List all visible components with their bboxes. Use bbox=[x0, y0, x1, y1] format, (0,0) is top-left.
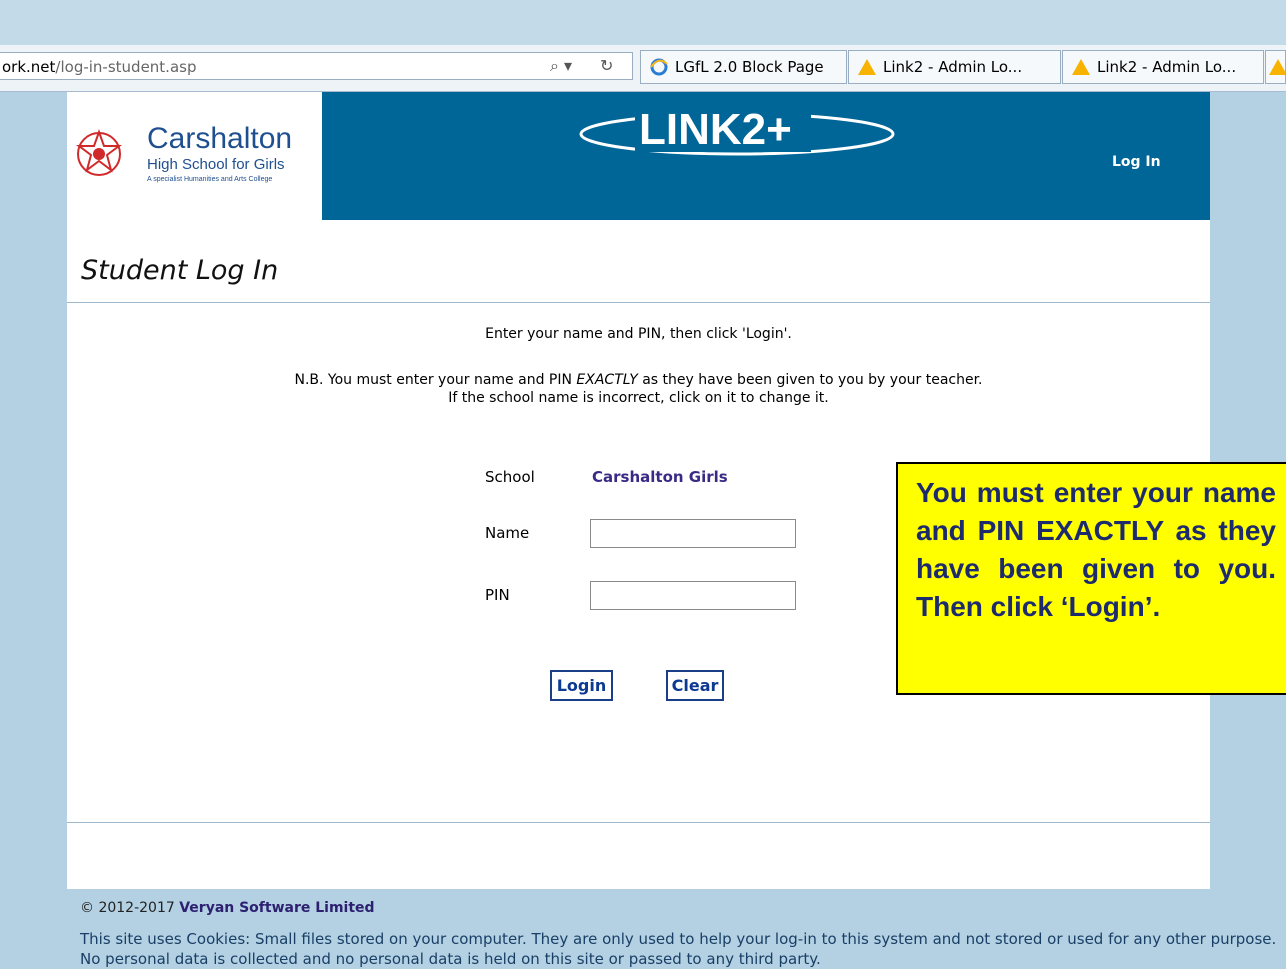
nb-emphasis: EXACTLY bbox=[576, 372, 638, 388]
link2-plus-logo: LINK2+ bbox=[579, 102, 895, 156]
refresh-icon[interactable]: ↻ bbox=[600, 56, 613, 75]
tab-lgfl-block-page[interactable]: LGfL 2.0 Block Page bbox=[640, 50, 847, 84]
page-title: Student Log In bbox=[81, 255, 279, 286]
school-label: School bbox=[485, 468, 535, 486]
site-header: Carshalton High School for Girls A speci… bbox=[67, 92, 1210, 220]
browser-titlebar bbox=[0, 0, 1286, 45]
instruction-callout: You must enter your name and PIN EXACTLY… bbox=[896, 462, 1286, 695]
browser-toolbar: ork.net/log-in-student.asp ⌕ ▾ ↻ LGfL 2.… bbox=[0, 45, 1286, 92]
nav-login-link[interactable]: Log In bbox=[1112, 154, 1161, 170]
pin-input[interactable] bbox=[590, 581, 796, 610]
login-button[interactable]: Login bbox=[550, 670, 613, 701]
divider bbox=[67, 822, 1210, 823]
company-name: Veryan Software Limited bbox=[179, 900, 375, 916]
pin-label: PIN bbox=[485, 586, 510, 604]
tab-label: Link2 - Admin Lo... bbox=[883, 58, 1023, 76]
search-icon[interactable]: ⌕ ▾ bbox=[550, 56, 572, 76]
warning-triangle-icon bbox=[1269, 59, 1285, 75]
school-logo-tagline: A specialist Humanities and Arts College bbox=[147, 176, 273, 183]
school-crest-icon bbox=[76, 129, 122, 176]
url-text: ork.net/log-in-student.asp bbox=[2, 58, 197, 76]
instruction-text: Enter your name and PIN, then click 'Log… bbox=[485, 326, 792, 342]
school-logo-name: Carshalton bbox=[147, 122, 293, 155]
divider bbox=[67, 302, 1210, 303]
warning-triangle-icon bbox=[858, 59, 876, 75]
svg-text:LINK2+: LINK2+ bbox=[639, 105, 792, 154]
tab-partial[interactable] bbox=[1265, 50, 1286, 84]
clear-button[interactable]: Clear bbox=[666, 670, 724, 701]
tab-link2-admin-2[interactable]: Link2 - Admin Lo... bbox=[1062, 50, 1264, 84]
tab-label: Link2 - Admin Lo... bbox=[1097, 58, 1237, 76]
tab-link2-admin-1[interactable]: Link2 - Admin Lo... bbox=[848, 50, 1061, 84]
name-input[interactable] bbox=[590, 519, 796, 548]
school-hint-text: If the school name is incorrect, click o… bbox=[448, 390, 829, 406]
school-logo-subtitle: High School for Girls bbox=[147, 156, 285, 173]
name-label: Name bbox=[485, 524, 530, 542]
ie-icon bbox=[650, 58, 668, 76]
copyright-text: © 2012-2017 Veryan Software Limited bbox=[80, 900, 375, 916]
tab-label: LGfL 2.0 Block Page bbox=[675, 58, 824, 76]
cookie-notice: This site uses Cookies: Small files stor… bbox=[80, 930, 1277, 968]
school-name-link[interactable]: Carshalton Girls bbox=[592, 468, 728, 486]
nb-text: N.B. You must enter your name and PIN EX… bbox=[294, 372, 983, 388]
address-bar[interactable]: ork.net/log-in-student.asp ⌕ ▾ ↻ bbox=[0, 52, 633, 80]
warning-triangle-icon bbox=[1072, 59, 1090, 75]
